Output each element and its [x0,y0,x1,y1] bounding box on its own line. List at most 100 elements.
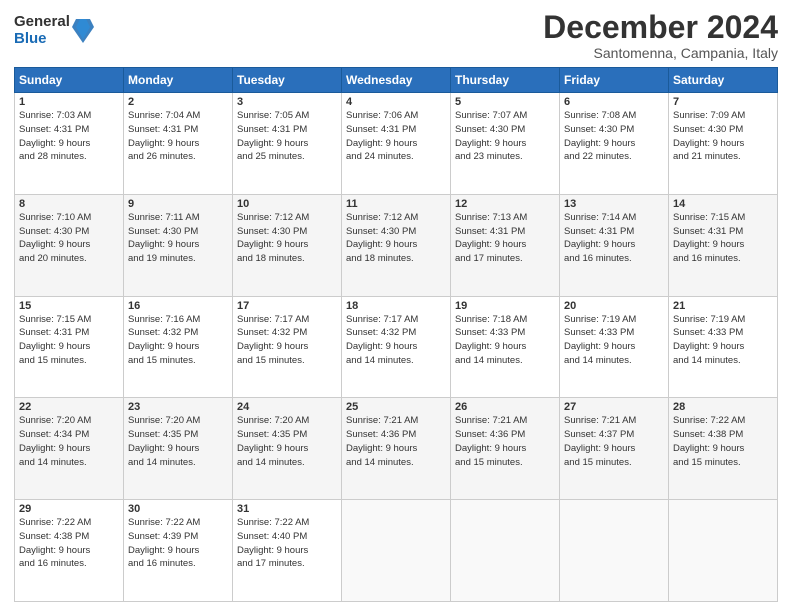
title-block: December 2024 Santomenna, Campania, Ital… [543,10,778,61]
table-row: 2Sunrise: 7:04 AM Sunset: 4:31 PM Daylig… [124,93,233,195]
day-info: Sunrise: 7:21 AM Sunset: 4:37 PM Dayligh… [564,414,664,469]
day-info: Sunrise: 7:11 AM Sunset: 4:30 PM Dayligh… [128,211,228,266]
day-info: Sunrise: 7:15 AM Sunset: 4:31 PM Dayligh… [673,211,773,266]
logo-blue: Blue [14,31,70,48]
table-row [342,500,451,602]
table-row: 31Sunrise: 7:22 AM Sunset: 4:40 PM Dayli… [233,500,342,602]
day-info: Sunrise: 7:22 AM Sunset: 4:40 PM Dayligh… [237,516,337,571]
day-number: 22 [19,401,119,413]
day-number: 20 [564,300,664,312]
day-info: Sunrise: 7:04 AM Sunset: 4:31 PM Dayligh… [128,109,228,164]
table-row: 30Sunrise: 7:22 AM Sunset: 4:39 PM Dayli… [124,500,233,602]
day-number: 10 [237,198,337,210]
day-number: 27 [564,401,664,413]
table-row: 11Sunrise: 7:12 AM Sunset: 4:30 PM Dayli… [342,194,451,296]
day-number: 17 [237,300,337,312]
day-info: Sunrise: 7:16 AM Sunset: 4:32 PM Dayligh… [128,313,228,368]
table-row: 23Sunrise: 7:20 AM Sunset: 4:35 PM Dayli… [124,398,233,500]
table-row: 5Sunrise: 7:07 AM Sunset: 4:30 PM Daylig… [451,93,560,195]
day-info: Sunrise: 7:12 AM Sunset: 4:30 PM Dayligh… [346,211,446,266]
day-info: Sunrise: 7:22 AM Sunset: 4:39 PM Dayligh… [128,516,228,571]
calendar-table: Sunday Monday Tuesday Wednesday Thursday… [14,67,778,602]
table-row [560,500,669,602]
table-row: 15Sunrise: 7:15 AM Sunset: 4:31 PM Dayli… [15,296,124,398]
day-number: 14 [673,198,773,210]
table-row: 17Sunrise: 7:17 AM Sunset: 4:32 PM Dayli… [233,296,342,398]
day-number: 19 [455,300,555,312]
day-info: Sunrise: 7:13 AM Sunset: 4:31 PM Dayligh… [455,211,555,266]
page: General Blue December 2024 Santomenna, C… [0,0,792,612]
table-row: 6Sunrise: 7:08 AM Sunset: 4:30 PM Daylig… [560,93,669,195]
day-info: Sunrise: 7:21 AM Sunset: 4:36 PM Dayligh… [346,414,446,469]
week-row-0: 1Sunrise: 7:03 AM Sunset: 4:31 PM Daylig… [15,93,778,195]
day-info: Sunrise: 7:17 AM Sunset: 4:32 PM Dayligh… [346,313,446,368]
table-row: 25Sunrise: 7:21 AM Sunset: 4:36 PM Dayli… [342,398,451,500]
col-friday: Friday [560,68,669,93]
location: Santomenna, Campania, Italy [543,45,778,61]
col-wednesday: Wednesday [342,68,451,93]
table-row: 19Sunrise: 7:18 AM Sunset: 4:33 PM Dayli… [451,296,560,398]
week-row-3: 22Sunrise: 7:20 AM Sunset: 4:34 PM Dayli… [15,398,778,500]
col-sunday: Sunday [15,68,124,93]
day-info: Sunrise: 7:08 AM Sunset: 4:30 PM Dayligh… [564,109,664,164]
table-row: 29Sunrise: 7:22 AM Sunset: 4:38 PM Dayli… [15,500,124,602]
table-row: 22Sunrise: 7:20 AM Sunset: 4:34 PM Dayli… [15,398,124,500]
day-number: 6 [564,96,664,108]
day-info: Sunrise: 7:03 AM Sunset: 4:31 PM Dayligh… [19,109,119,164]
col-saturday: Saturday [669,68,778,93]
table-row [669,500,778,602]
header-row: Sunday Monday Tuesday Wednesday Thursday… [15,68,778,93]
day-info: Sunrise: 7:20 AM Sunset: 4:35 PM Dayligh… [128,414,228,469]
table-row: 26Sunrise: 7:21 AM Sunset: 4:36 PM Dayli… [451,398,560,500]
day-info: Sunrise: 7:12 AM Sunset: 4:30 PM Dayligh… [237,211,337,266]
logo: General Blue [14,14,94,47]
header: General Blue December 2024 Santomenna, C… [14,10,778,61]
table-row: 18Sunrise: 7:17 AM Sunset: 4:32 PM Dayli… [342,296,451,398]
day-number: 5 [455,96,555,108]
day-info: Sunrise: 7:06 AM Sunset: 4:31 PM Dayligh… [346,109,446,164]
table-row: 13Sunrise: 7:14 AM Sunset: 4:31 PM Dayli… [560,194,669,296]
logo-text: General Blue [14,14,70,47]
table-row: 16Sunrise: 7:16 AM Sunset: 4:32 PM Dayli… [124,296,233,398]
day-info: Sunrise: 7:19 AM Sunset: 4:33 PM Dayligh… [673,313,773,368]
table-row: 14Sunrise: 7:15 AM Sunset: 4:31 PM Dayli… [669,194,778,296]
day-number: 30 [128,503,228,515]
week-row-2: 15Sunrise: 7:15 AM Sunset: 4:31 PM Dayli… [15,296,778,398]
day-info: Sunrise: 7:07 AM Sunset: 4:30 PM Dayligh… [455,109,555,164]
day-info: Sunrise: 7:22 AM Sunset: 4:38 PM Dayligh… [673,414,773,469]
day-info: Sunrise: 7:14 AM Sunset: 4:31 PM Dayligh… [564,211,664,266]
day-info: Sunrise: 7:20 AM Sunset: 4:34 PM Dayligh… [19,414,119,469]
day-info: Sunrise: 7:17 AM Sunset: 4:32 PM Dayligh… [237,313,337,368]
table-row: 12Sunrise: 7:13 AM Sunset: 4:31 PM Dayli… [451,194,560,296]
table-row: 7Sunrise: 7:09 AM Sunset: 4:30 PM Daylig… [669,93,778,195]
day-info: Sunrise: 7:18 AM Sunset: 4:33 PM Dayligh… [455,313,555,368]
day-number: 29 [19,503,119,515]
day-number: 25 [346,401,446,413]
day-number: 11 [346,198,446,210]
logo-general: General [14,14,70,31]
day-info: Sunrise: 7:05 AM Sunset: 4:31 PM Dayligh… [237,109,337,164]
logo-icon [72,17,94,45]
day-info: Sunrise: 7:10 AM Sunset: 4:30 PM Dayligh… [19,211,119,266]
day-number: 21 [673,300,773,312]
day-number: 23 [128,401,228,413]
week-row-4: 29Sunrise: 7:22 AM Sunset: 4:38 PM Dayli… [15,500,778,602]
table-row: 10Sunrise: 7:12 AM Sunset: 4:30 PM Dayli… [233,194,342,296]
day-number: 15 [19,300,119,312]
day-number: 9 [128,198,228,210]
day-info: Sunrise: 7:20 AM Sunset: 4:35 PM Dayligh… [237,414,337,469]
month-title: December 2024 [543,10,778,45]
table-row: 28Sunrise: 7:22 AM Sunset: 4:38 PM Dayli… [669,398,778,500]
day-info: Sunrise: 7:09 AM Sunset: 4:30 PM Dayligh… [673,109,773,164]
day-number: 2 [128,96,228,108]
day-number: 8 [19,198,119,210]
day-info: Sunrise: 7:15 AM Sunset: 4:31 PM Dayligh… [19,313,119,368]
week-row-1: 8Sunrise: 7:10 AM Sunset: 4:30 PM Daylig… [15,194,778,296]
day-number: 16 [128,300,228,312]
table-row: 20Sunrise: 7:19 AM Sunset: 4:33 PM Dayli… [560,296,669,398]
day-number: 12 [455,198,555,210]
day-number: 26 [455,401,555,413]
day-number: 1 [19,96,119,108]
day-info: Sunrise: 7:21 AM Sunset: 4:36 PM Dayligh… [455,414,555,469]
table-row [451,500,560,602]
